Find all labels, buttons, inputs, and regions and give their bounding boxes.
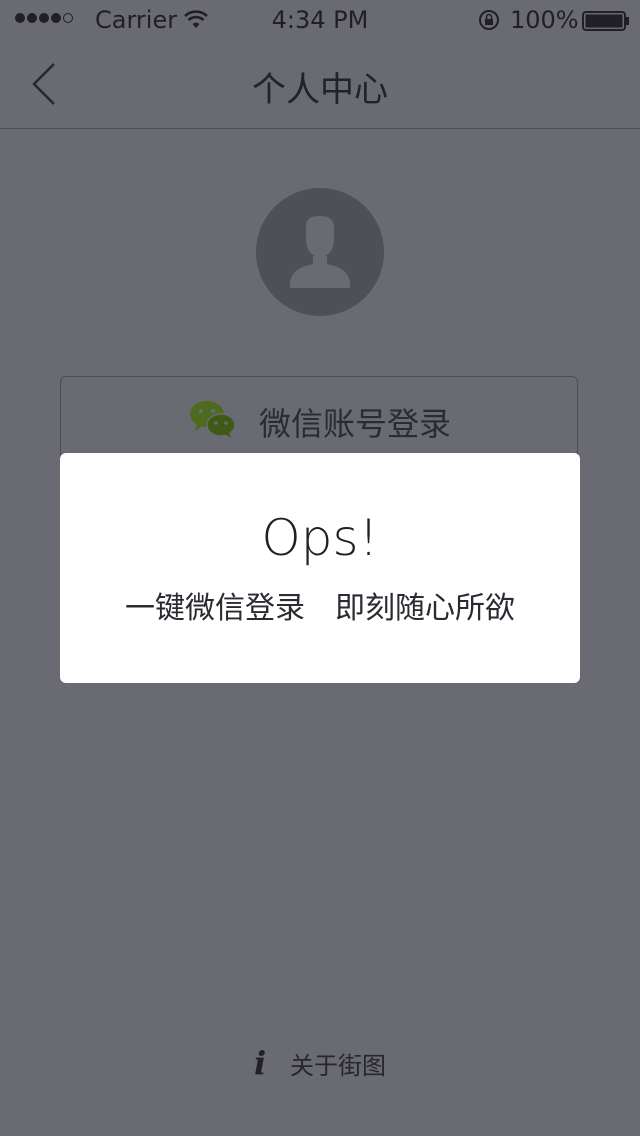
screen: Carrier 4:34 PM 100% 个人中心 微信账号登录 Ops! 一键… xyxy=(0,0,640,1136)
about-label: 关于街图 xyxy=(290,1052,386,1080)
nav-bar: 个人中心 xyxy=(0,40,640,129)
dialog-message: 一键微信登录 即刻随心所欲 xyxy=(125,591,515,626)
user-silhouette-icon xyxy=(290,216,350,288)
status-bar: Carrier 4:34 PM 100% xyxy=(0,0,640,40)
battery-icon xyxy=(582,11,629,31)
login-prompt-dialog[interactable]: Ops! 一键微信登录 即刻随心所欲 xyxy=(60,453,580,683)
avatar[interactable] xyxy=(256,188,384,316)
page-title: 个人中心 xyxy=(252,70,388,110)
wechat-login-label: 微信账号登录 xyxy=(259,405,452,443)
rotation-lock-icon xyxy=(479,10,499,30)
info-icon: i xyxy=(254,1044,267,1082)
battery-percentage: 100% xyxy=(510,6,579,34)
wechat-icon xyxy=(190,401,236,438)
dialog-title: Ops! xyxy=(261,509,379,567)
